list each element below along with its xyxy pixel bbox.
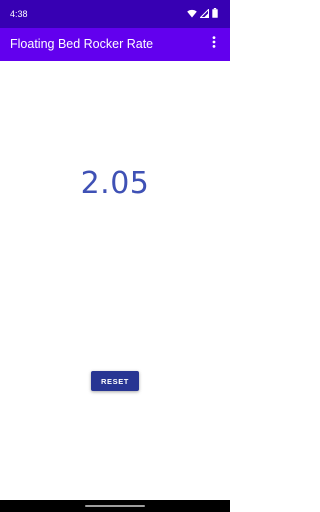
- battery-icon: [212, 8, 218, 20]
- status-time: 4:38: [10, 9, 28, 19]
- app-screen: 4:38 Floating Bed Rocker Rate 2.05 RESET: [0, 0, 230, 512]
- overflow-menu-icon: [212, 35, 216, 53]
- overflow-menu-button[interactable]: [204, 34, 224, 54]
- status-icons: [187, 7, 218, 20]
- reset-button[interactable]: RESET: [91, 371, 139, 391]
- navigation-bar: [0, 500, 230, 512]
- app-bar: Floating Bed Rocker Rate: [0, 28, 230, 61]
- signal-icon: [199, 7, 209, 20]
- app-title: Floating Bed Rocker Rate: [10, 37, 154, 51]
- wifi-icon: [187, 9, 197, 20]
- rate-value: 2.05: [80, 166, 150, 201]
- home-gesture-handle[interactable]: [85, 505, 145, 507]
- status-bar: 4:38: [0, 0, 230, 28]
